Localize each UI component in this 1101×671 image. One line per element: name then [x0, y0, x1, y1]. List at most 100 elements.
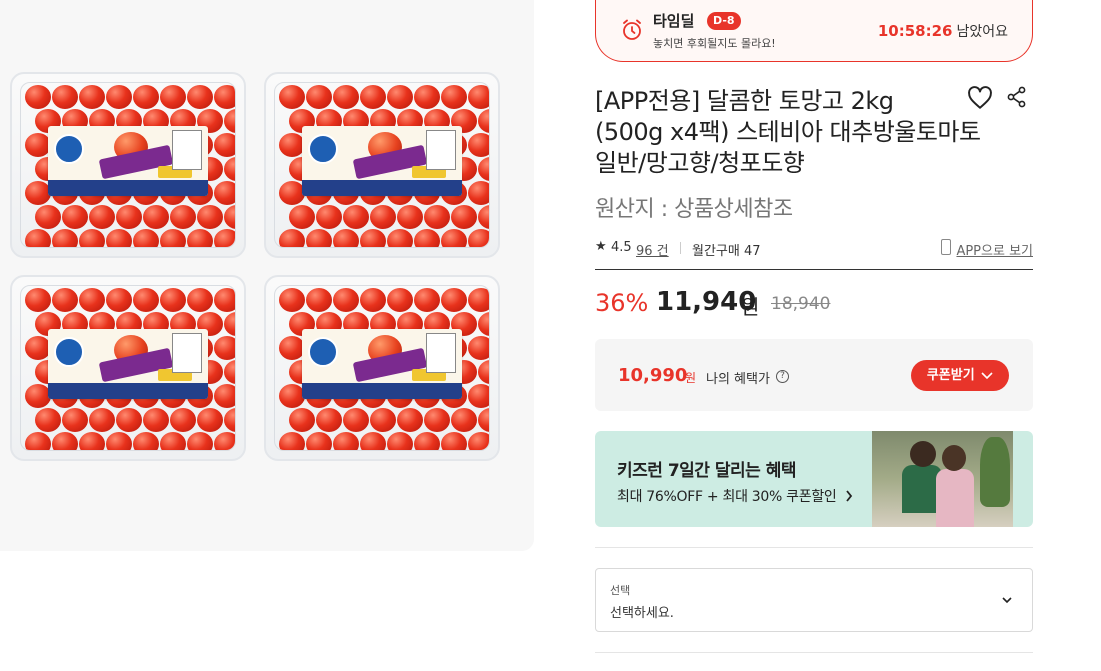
promo-banner-photo — [872, 431, 1013, 527]
tomato-decoration — [360, 432, 386, 450]
tomato-decoration — [441, 229, 467, 247]
tomato-decoration — [25, 85, 51, 109]
promo-banner-title: 키즈런 7일간 달리는 혜택 — [617, 461, 796, 481]
product-title-line: 일반/망고향/청포도향 — [595, 149, 805, 177]
tomato-decoration — [478, 312, 489, 336]
tomato-decoration — [306, 432, 332, 450]
tomato-decoration — [133, 229, 159, 247]
tomato-decoration — [79, 229, 105, 247]
tomato-decoration — [116, 205, 142, 229]
tomato-decoration — [478, 109, 489, 133]
help-icon[interactable]: ? — [776, 370, 789, 383]
view-in-app-link[interactable]: APP으로 보기 — [938, 240, 1033, 259]
tomato-decoration — [468, 288, 489, 312]
option-select[interactable]: 선택 선택하세요. — [595, 568, 1033, 632]
tomato-decoration — [224, 205, 235, 229]
tomato-decoration — [397, 205, 423, 229]
tomato-decoration — [25, 229, 51, 247]
tomato-decoration — [214, 288, 235, 312]
tomato-decoration — [35, 408, 61, 432]
tomato-decoration — [106, 432, 132, 450]
coupon-download-button[interactable]: 쿠폰받기 — [911, 360, 1009, 391]
promo-banner-subtitle-text: 최대 76%OFF + 최대 30% 쿠폰할인 — [617, 489, 837, 505]
tomato-decoration — [316, 205, 342, 229]
tomato-decoration — [187, 229, 213, 247]
tomato-decoration — [370, 205, 396, 229]
tomato-decoration — [197, 408, 223, 432]
tomato-decoration — [187, 288, 213, 312]
benefit-price-box: 10,990 원 나의 혜택가 ? 쿠폰받기 — [595, 339, 1033, 411]
tomato-decoration — [133, 432, 159, 450]
tomato-decoration — [279, 85, 305, 109]
tomato-decoration — [333, 229, 359, 247]
tomato-decoration — [224, 157, 235, 181]
rating-value: 4.5 — [611, 240, 632, 255]
tomato-decoration — [478, 205, 489, 229]
tomato-decoration — [52, 229, 78, 247]
tomato-decoration — [224, 109, 235, 133]
chevron-down-icon — [1002, 597, 1012, 604]
tomato-decoration — [387, 288, 413, 312]
tomato-decoration — [25, 432, 51, 450]
tomato-decoration — [214, 336, 235, 360]
product-title-line: [APP전용] 달콤한 토망고 2kg — [595, 87, 894, 115]
tomato-decoration — [468, 133, 489, 157]
tomato-decoration — [306, 288, 332, 312]
tomato-decoration — [187, 432, 213, 450]
tomato-decoration — [441, 85, 467, 109]
tomato-decoration — [279, 288, 305, 312]
meta-divider — [680, 242, 681, 254]
original-price: 18,940 — [771, 294, 831, 314]
d-day-badge: D-8 — [707, 12, 741, 30]
tomato-decoration — [397, 408, 423, 432]
tomato-decoration — [224, 312, 235, 336]
section-divider — [595, 547, 1033, 548]
tomato-decoration — [387, 85, 413, 109]
tomato-decoration — [35, 205, 61, 229]
tomato-decoration — [224, 360, 235, 384]
promo-banner-subtitle: 최대 76%OFF + 최대 30% 쿠폰할인 — [617, 486, 853, 506]
tomato-decoration — [214, 85, 235, 109]
star-icon: ★ — [595, 239, 607, 254]
tomato-decoration — [224, 408, 235, 432]
tomato-decoration — [387, 432, 413, 450]
tomato-decoration — [333, 85, 359, 109]
benefit-price: 10,990 — [618, 365, 688, 386]
time-deal-subtitle: 놓치면 후회될지도 몰라요! — [653, 37, 776, 50]
heart-icon[interactable] — [967, 86, 993, 110]
review-count-link[interactable]: 96 건 — [636, 240, 669, 259]
monthly-purchases: 월간구매 47 — [692, 244, 761, 259]
share-icon[interactable] — [1006, 86, 1028, 108]
tomato-decoration — [25, 288, 51, 312]
tomato-decoration — [289, 408, 315, 432]
product-title: [APP전용] 달콤한 토망고 2kg (500g x4팩) 스테비아 대추방울… — [595, 86, 1025, 179]
tomato-decoration — [197, 205, 223, 229]
tomato-decoration — [106, 288, 132, 312]
origin-text: 원산지 : 상품상세참조 — [595, 197, 793, 222]
tomato-decoration — [214, 181, 235, 205]
tomato-decoration — [289, 205, 315, 229]
tomato-decoration — [451, 408, 477, 432]
tomato-decoration — [478, 360, 489, 384]
tomato-decoration — [360, 85, 386, 109]
tomato-decoration — [52, 85, 78, 109]
option-select-value: 선택하세요. — [610, 606, 674, 621]
chevron-right-icon — [845, 490, 852, 502]
tomato-decoration — [441, 432, 467, 450]
tomato-decoration — [62, 408, 88, 432]
tomato-decoration — [279, 432, 305, 450]
time-deal-banner: 타임딜 D-8 놓치면 후회될지도 몰라요! 10:58:26 남았어요 — [595, 0, 1033, 62]
tomato-decoration — [306, 85, 332, 109]
price-currency: 원 — [741, 295, 760, 319]
discount-rate: 36% — [595, 289, 649, 317]
coupon-button-label: 쿠폰받기 — [926, 368, 975, 383]
tomato-decoration — [214, 229, 235, 247]
tomato-decoration — [214, 133, 235, 157]
tomato-decoration — [160, 85, 186, 109]
time-deal-title: 타임딜 — [653, 12, 695, 30]
promo-banner[interactable]: 키즈런 7일간 달리는 혜택 최대 76%OFF + 최대 30% 쿠폰할인 — [595, 431, 1033, 527]
tomato-pack-image — [10, 72, 246, 258]
countdown-suffix: 남았어요 — [956, 24, 1008, 40]
tomato-decoration — [89, 205, 115, 229]
section-divider — [595, 652, 1033, 653]
